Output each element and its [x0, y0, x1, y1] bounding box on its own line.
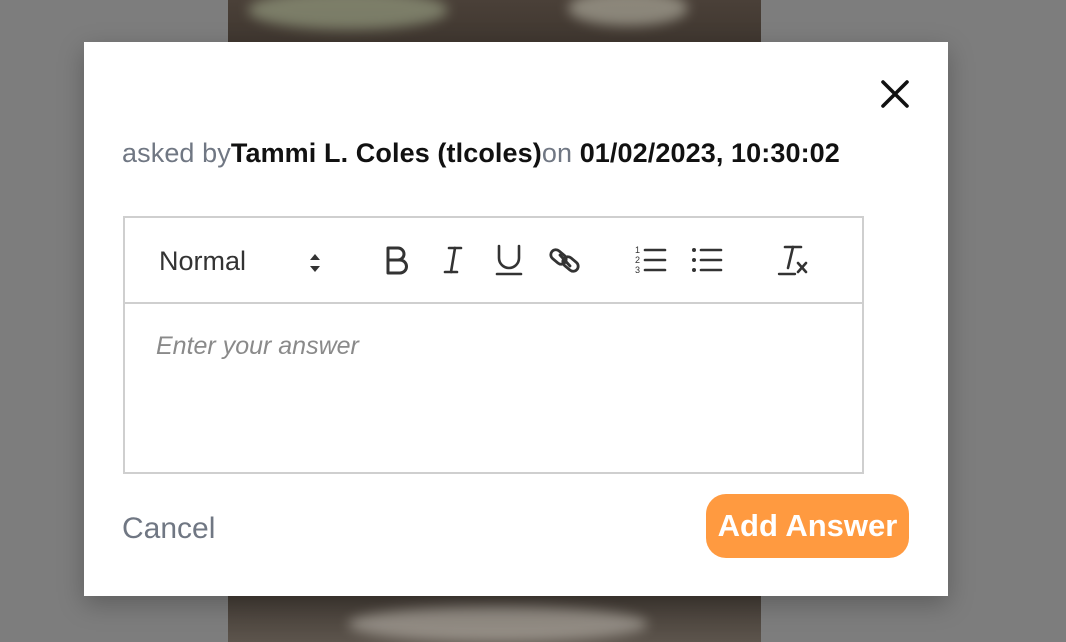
- link-icon: [549, 248, 580, 273]
- answer-input[interactable]: Enter your answer: [125, 304, 862, 472]
- text-format-label: Normal: [159, 246, 247, 276]
- bullet-list-icon: [692, 248, 723, 272]
- italic-icon: [443, 246, 463, 274]
- editor-toolbar: Normal 1 2 3: [125, 218, 862, 304]
- on-prefix: on: [541, 138, 573, 168]
- svg-text:1: 1: [635, 245, 640, 255]
- svg-text:2: 2: [635, 255, 640, 265]
- underline-button[interactable]: [491, 242, 527, 278]
- bullet-list-button[interactable]: [689, 242, 725, 278]
- svg-text:3: 3: [635, 265, 640, 275]
- link-button[interactable]: [547, 242, 583, 278]
- question-meta: asked byTammi L. Coles (tlcoles)on 01/02…: [122, 138, 840, 169]
- chevron-up-down-icon: [310, 254, 320, 272]
- close-button[interactable]: [876, 75, 914, 113]
- text-format-select[interactable]: Normal: [159, 244, 329, 280]
- asked-datetime: 01/02/2023, 10:30:02: [579, 138, 840, 168]
- cancel-button[interactable]: Cancel: [122, 512, 215, 546]
- ordered-list-icon: 1 2 3: [635, 245, 667, 275]
- italic-button[interactable]: [435, 242, 471, 278]
- bold-button[interactable]: [379, 242, 415, 278]
- ordered-list-button[interactable]: 1 2 3: [633, 242, 669, 278]
- answer-placeholder: Enter your answer: [156, 332, 359, 360]
- add-answer-dialog: asked byTammi L. Coles (tlcoles)on 01/02…: [84, 42, 948, 596]
- close-icon: [881, 80, 909, 108]
- author-name: Tammi L. Coles (tlcoles): [230, 138, 542, 168]
- clear-format-icon: [777, 245, 808, 276]
- add-answer-button[interactable]: Add Answer: [706, 494, 909, 558]
- clear-format-button[interactable]: [775, 242, 811, 278]
- underline-icon: [495, 244, 523, 276]
- asked-by-prefix: asked by: [122, 138, 231, 168]
- bold-icon: [386, 246, 408, 275]
- answer-editor: Normal 1 2 3 Enter your answer: [123, 216, 864, 474]
